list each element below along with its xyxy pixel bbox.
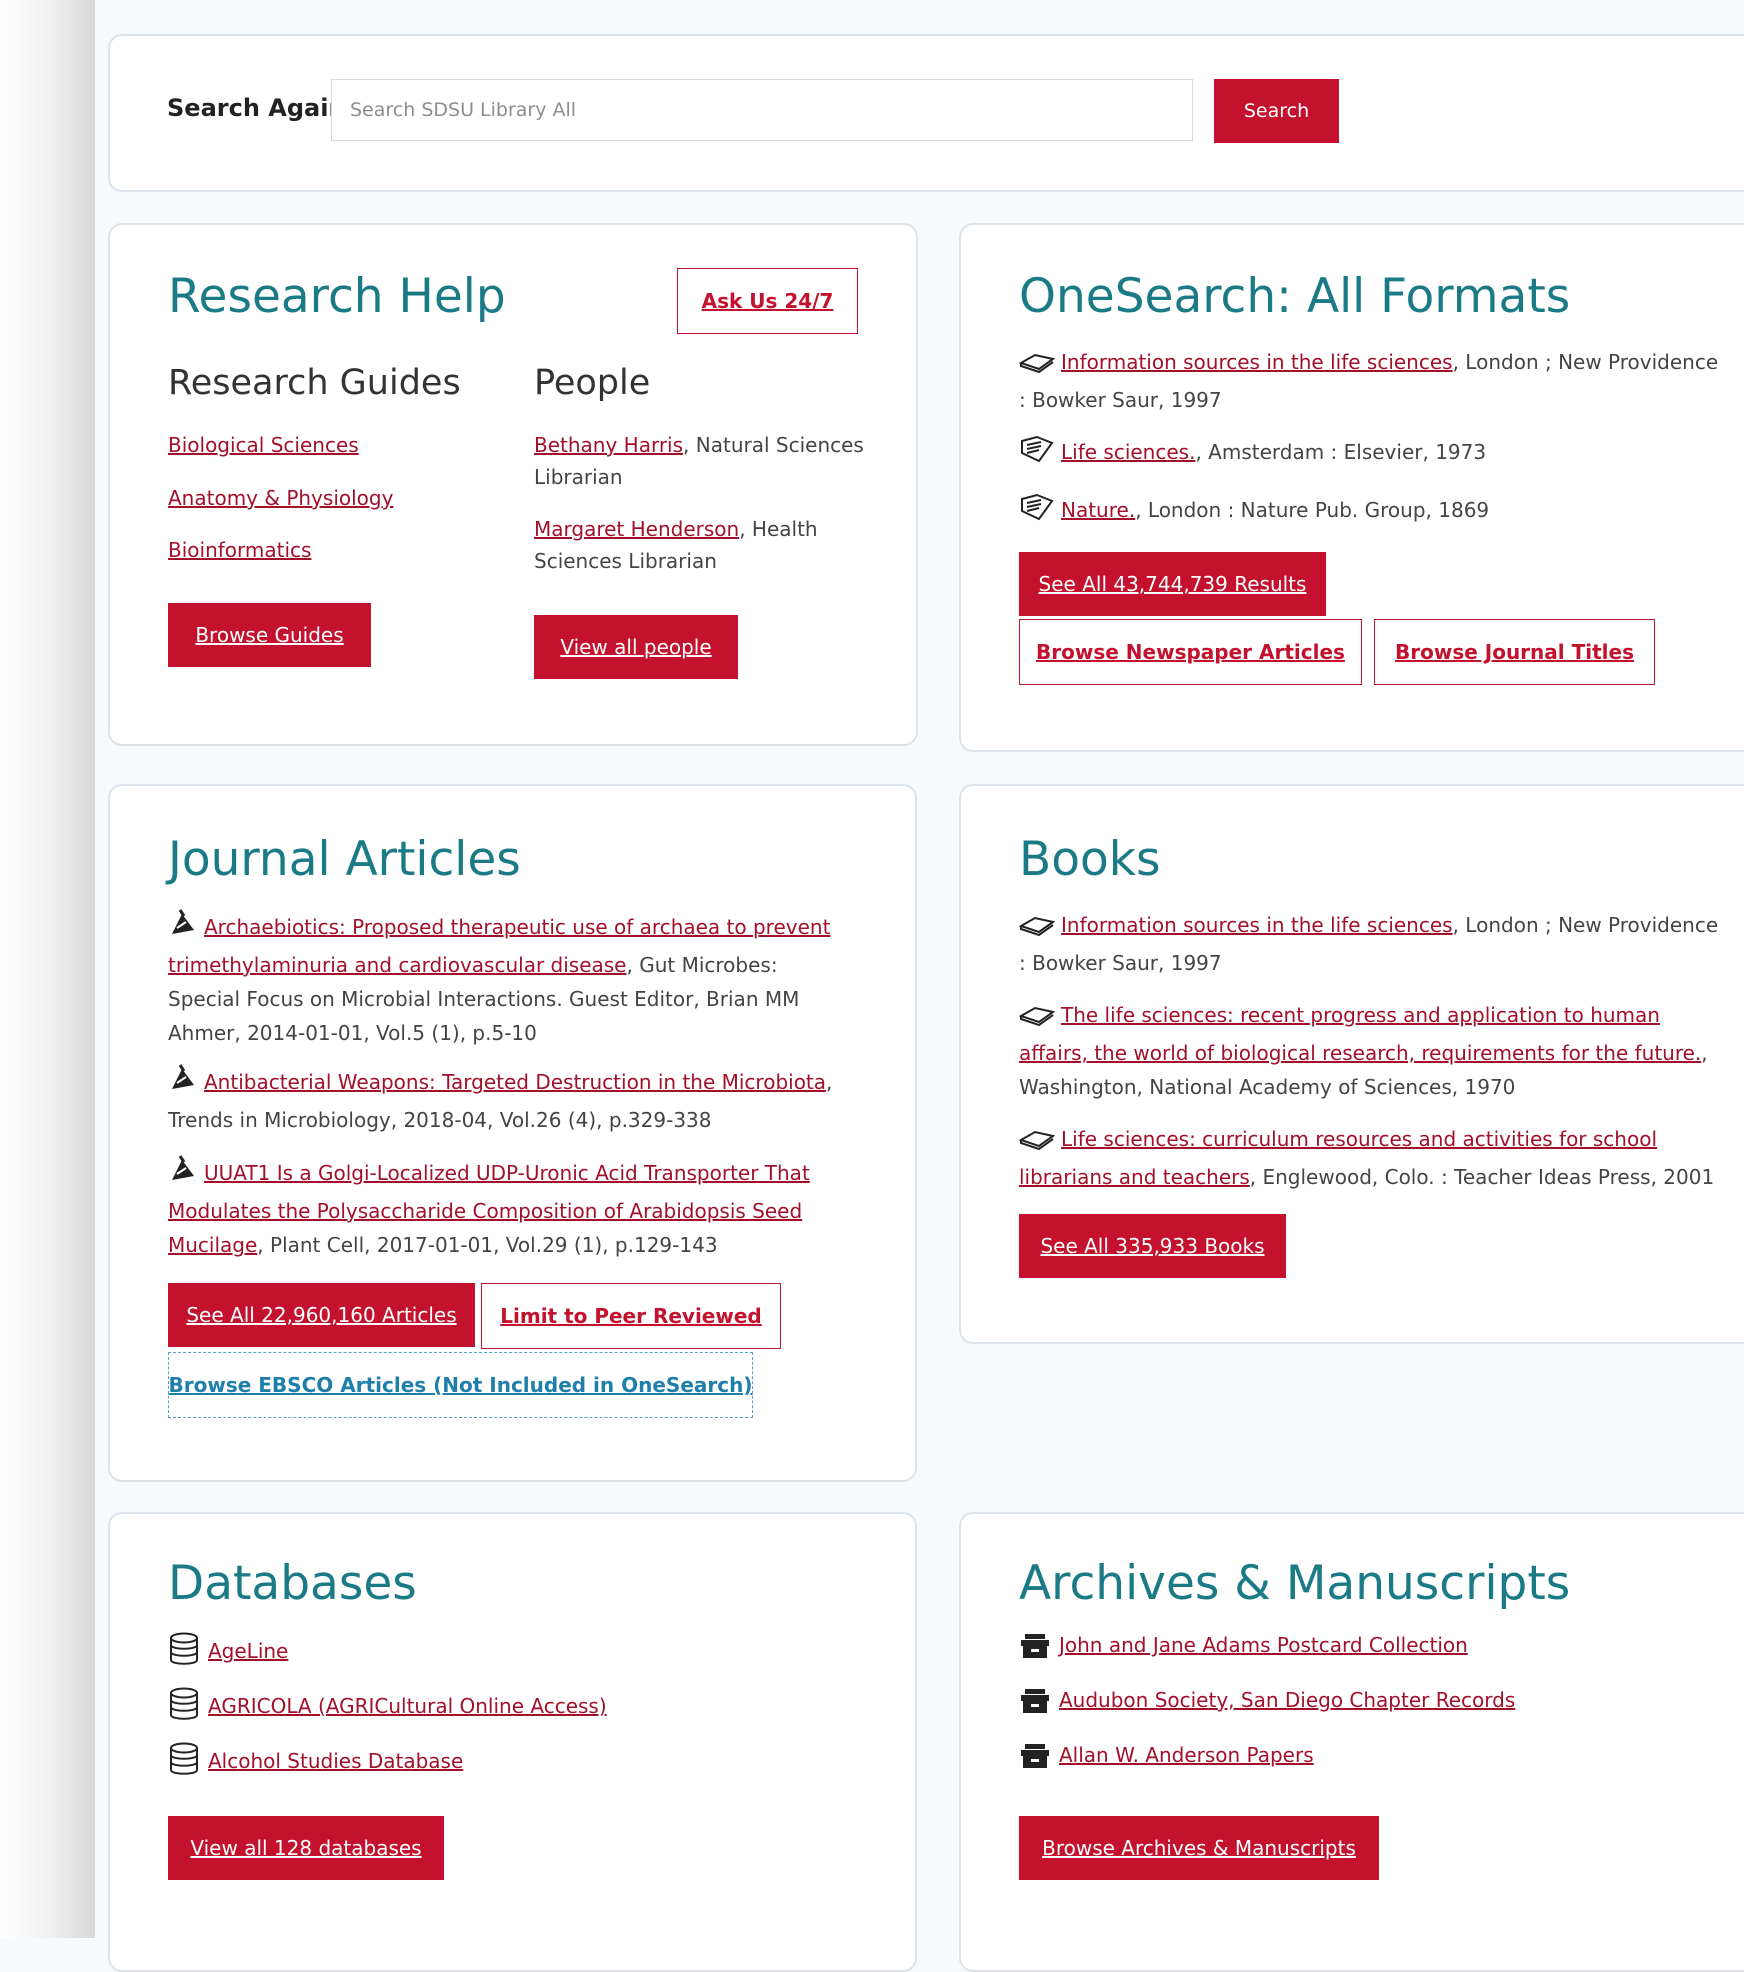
article-item: Archaebiotics: Proposed therapeutic use … <box>168 908 848 1050</box>
journal-icon <box>1019 493 1055 531</box>
browse-ebsco-articles-button[interactable]: Browse EBSCO Articles (Not Included in O… <box>168 1352 753 1418</box>
people-heading: People <box>534 363 651 403</box>
article-link[interactable]: Antibacterial Weapons: Targeted Destruct… <box>204 1070 826 1094</box>
book-item: Information sources in the life sciences… <box>1018 908 1719 980</box>
browse-newspaper-articles-button[interactable]: Browse Newspaper Articles <box>1019 619 1362 685</box>
archive-box-icon <box>1021 1689 1049 1713</box>
result-meta: , London : Nature Pub. Group, 1869 <box>1135 498 1490 522</box>
book-icon <box>1018 1002 1056 1036</box>
browse-journal-titles-button[interactable]: Browse Journal Titles <box>1374 619 1655 685</box>
guide-link-biological-sciences[interactable]: Biological Sciences <box>168 433 359 457</box>
archive-box-icon <box>1021 1744 1049 1768</box>
book-icon <box>1018 349 1056 383</box>
result-item: Life sciences., Amsterdam : Elsevier, 19… <box>1019 435 1719 473</box>
result-item: Information sources in the life sciences… <box>1018 345 1719 417</box>
browse-guides-button[interactable]: Browse Guides <box>168 603 371 667</box>
search-input[interactable] <box>331 79 1193 141</box>
view-all-people-button[interactable]: View all people <box>534 615 738 679</box>
archive-link[interactable]: John and Jane Adams Postcard Collection <box>1059 1633 1468 1657</box>
person-link[interactable]: Bethany Harris <box>534 433 683 457</box>
result-meta: , Amsterdam : Elsevier, 1973 <box>1195 440 1487 464</box>
database-icon <box>170 1742 198 1775</box>
archive-link[interactable]: Allan W. Anderson Papers <box>1059 1743 1314 1767</box>
article-icon <box>168 1154 198 1194</box>
book-link[interactable]: Information sources in the life sciences <box>1061 913 1453 937</box>
search-again-label: Search Again <box>167 94 346 122</box>
book-item: The life sciences: recent progress and a… <box>1018 998 1719 1104</box>
limit-peer-reviewed-button[interactable]: Limit to Peer Reviewed <box>481 1283 781 1349</box>
database-link[interactable]: Alcohol Studies Database <box>208 1749 463 1773</box>
databases-card: Databases AgeLine AGRICOLA (AGRICultural… <box>108 1512 917 1972</box>
database-icon <box>170 1687 198 1720</box>
database-link[interactable]: AGRICOLA (AGRICultural Online Access) <box>208 1694 607 1718</box>
view-all-databases-button[interactable]: View all 128 databases <box>168 1816 444 1880</box>
archive-box-icon <box>1021 1634 1049 1658</box>
person-link[interactable]: Margaret Henderson <box>534 517 739 541</box>
database-item: AgeLine <box>168 1632 288 1666</box>
onesearch-title: OneSearch: All Formats <box>1019 269 1571 324</box>
article-icon <box>168 908 198 948</box>
person-item: Bethany Harris, Natural Sciences Librari… <box>534 429 864 493</box>
books-title: Books <box>1019 832 1161 887</box>
research-help-title: Research Help <box>168 269 506 324</box>
article-item: Antibacterial Weapons: Targeted Destruct… <box>168 1063 848 1137</box>
database-icon <box>170 1632 198 1665</box>
database-link[interactable]: AgeLine <box>208 1639 288 1663</box>
archive-item: Allan W. Anderson Papers <box>1019 1742 1314 1770</box>
result-link[interactable]: Life sciences. <box>1061 440 1195 464</box>
book-icon <box>1018 912 1056 946</box>
result-link[interactable]: Nature. <box>1061 498 1135 522</box>
guide-link-bioinformatics[interactable]: Bioinformatics <box>168 538 311 562</box>
research-help-card: Research Help Ask Us 24/7 Research Guide… <box>108 223 918 746</box>
article-item: UUAT1 Is a Golgi-Localized UDP-Uronic Ac… <box>168 1154 848 1262</box>
book-link[interactable]: The life sciences: recent progress and a… <box>1019 1003 1701 1065</box>
result-item: Nature., London : Nature Pub. Group, 186… <box>1019 493 1719 531</box>
person-item: Margaret Henderson, Health Sciences Libr… <box>534 513 864 577</box>
archive-item: Audubon Society, San Diego Chapter Recor… <box>1019 1687 1515 1715</box>
archive-link[interactable]: Audubon Society, San Diego Chapter Recor… <box>1059 1688 1515 1712</box>
archive-item: John and Jane Adams Postcard Collection <box>1019 1632 1468 1660</box>
result-link[interactable]: Information sources in the life sciences <box>1061 350 1453 374</box>
journal-icon <box>1019 435 1055 473</box>
journal-articles-card: Journal Articles Archaebiotics: Proposed… <box>108 784 917 1482</box>
database-item: Alcohol Studies Database <box>168 1742 463 1776</box>
page-side-shadow <box>0 0 95 1938</box>
archives-card: Archives & Manuscripts John and Jane Ada… <box>959 1512 1744 1972</box>
archives-title: Archives & Manuscripts <box>1019 1556 1571 1611</box>
article-meta: , Plant Cell, 2017-01-01, Vol.29 (1), p.… <box>257 1233 718 1257</box>
onesearch-card: OneSearch: All Formats Information sourc… <box>959 223 1744 752</box>
search-again-panel: Search Again Search <box>108 34 1744 192</box>
database-item: AGRICOLA (AGRICultural Online Access) <box>168 1687 607 1721</box>
search-button[interactable]: Search <box>1214 79 1339 143</box>
see-all-results-button[interactable]: See All 43,744,739 Results <box>1019 552 1326 616</box>
databases-title: Databases <box>168 1556 417 1611</box>
browse-archives-button[interactable]: Browse Archives & Manuscripts <box>1019 1816 1379 1880</box>
guide-link-anatomy-physiology[interactable]: Anatomy & Physiology <box>168 486 393 510</box>
book-meta: , Englewood, Colo. : Teacher Ideas Press… <box>1249 1165 1715 1189</box>
book-item: Life sciences: curriculum resources and … <box>1018 1122 1719 1194</box>
books-card: Books Information sources in the life sc… <box>959 784 1744 1344</box>
see-all-books-button[interactable]: See All 335,933 Books <box>1019 1214 1286 1278</box>
ask-us-button[interactable]: Ask Us 24/7 <box>677 268 858 334</box>
journal-articles-title: Journal Articles <box>168 832 521 887</box>
article-icon <box>168 1063 198 1103</box>
book-icon <box>1018 1126 1056 1160</box>
see-all-articles-button[interactable]: See All 22,960,160 Articles <box>168 1283 475 1347</box>
research-guides-heading: Research Guides <box>168 363 461 403</box>
